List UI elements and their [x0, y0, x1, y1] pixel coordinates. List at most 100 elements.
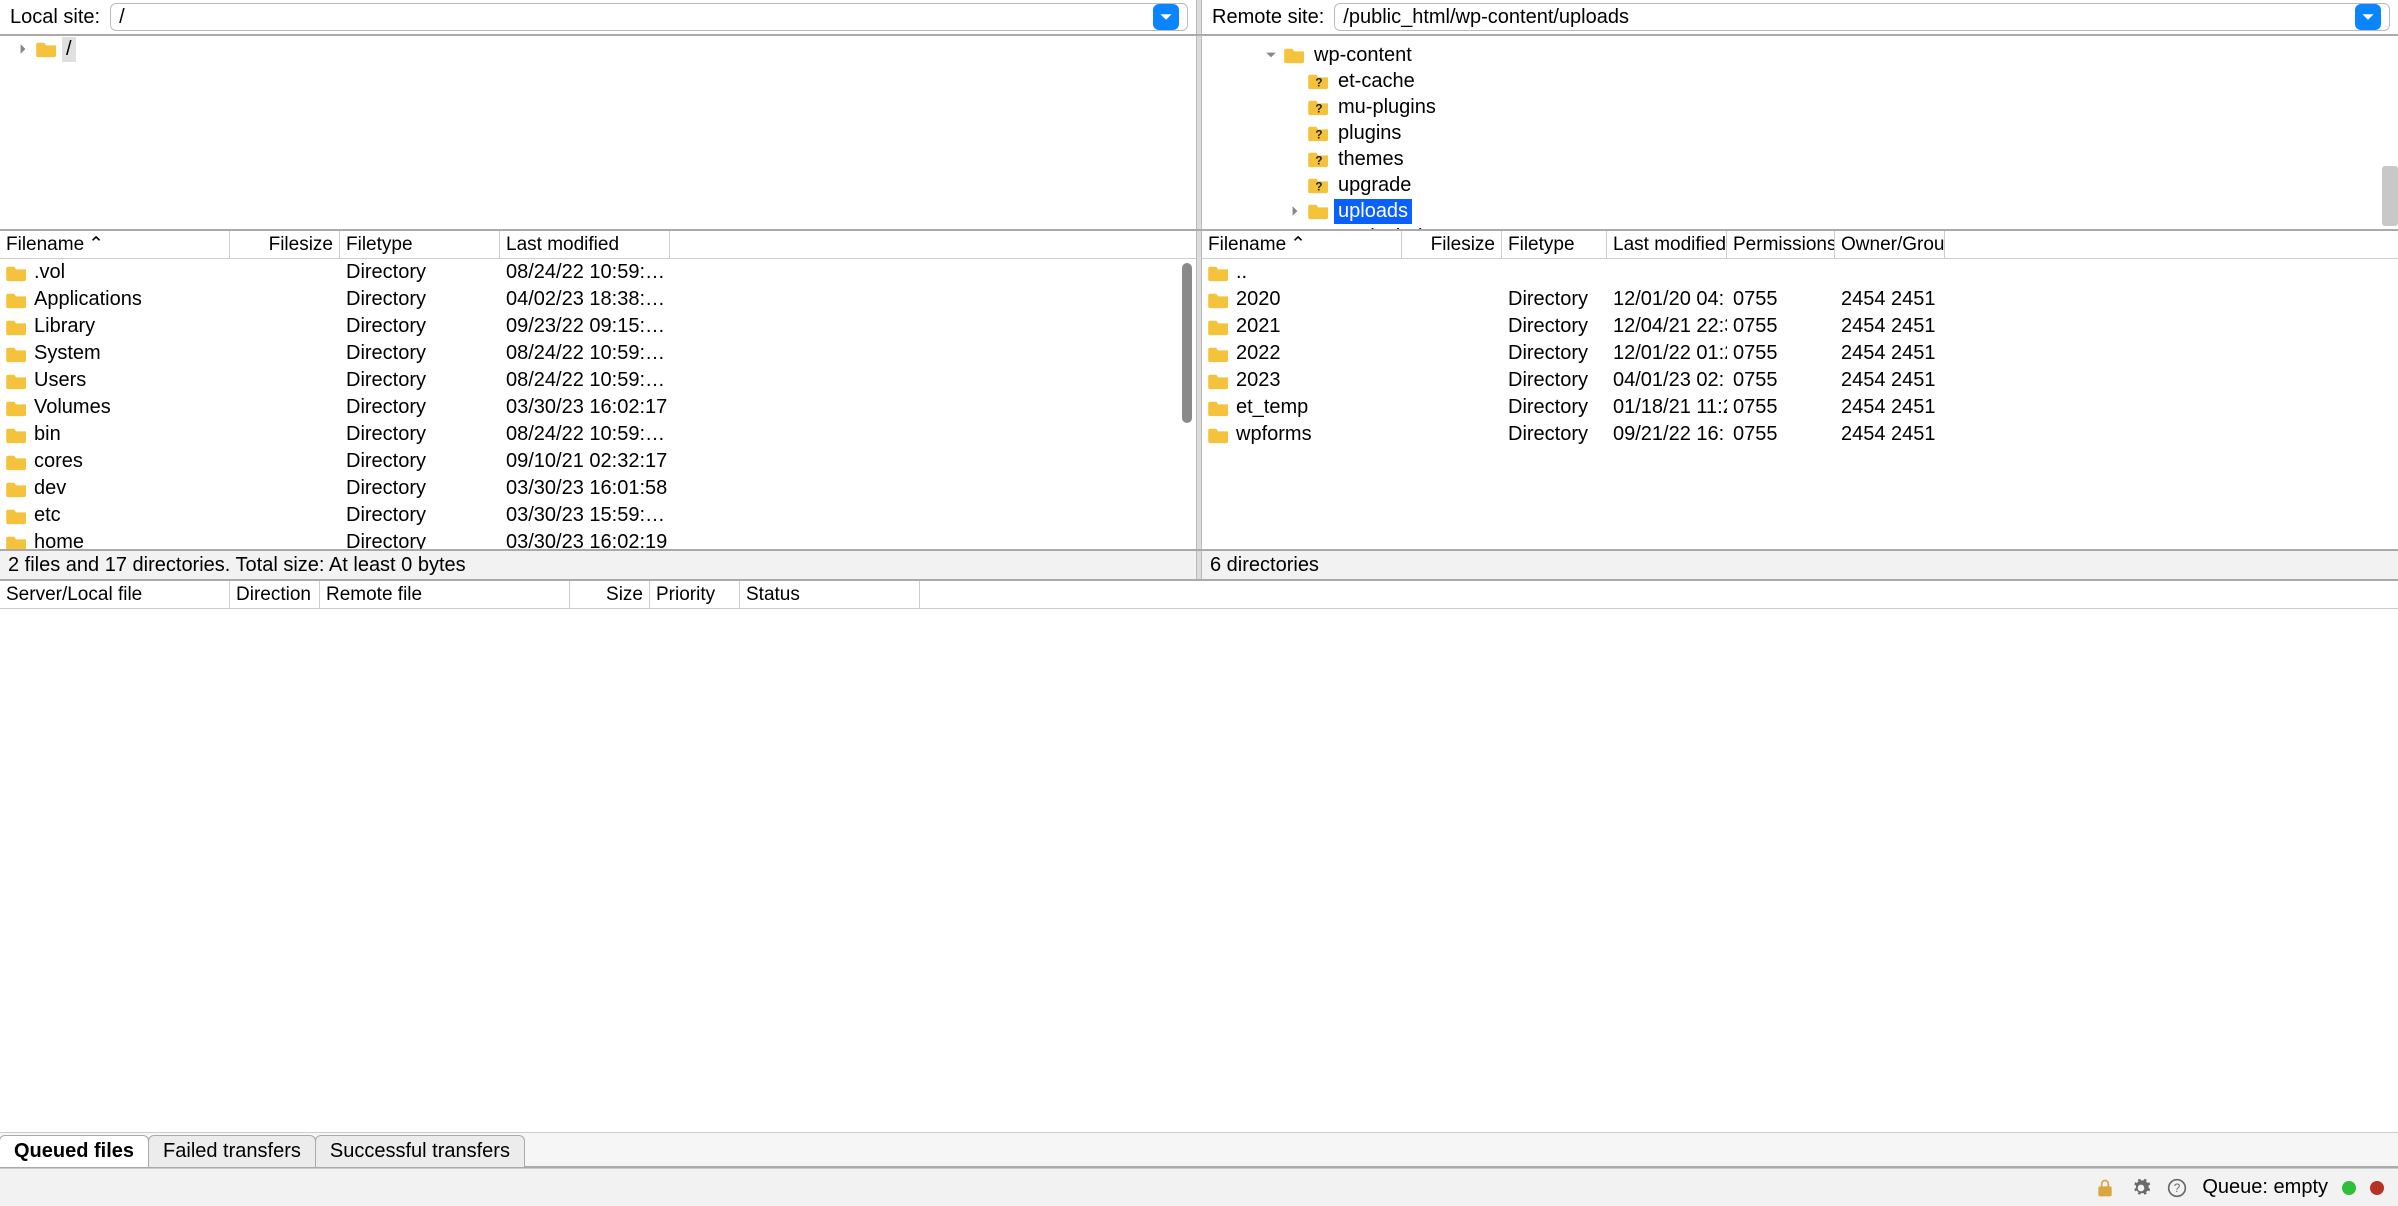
filetype: Directory	[340, 504, 500, 527]
filename: 2022	[1236, 342, 1281, 365]
tree-item[interactable]: uploads	[1202, 198, 2398, 224]
last-modified: 08/24/22 10:59:…	[500, 369, 670, 392]
tree-item[interactable]: ?themes	[1202, 146, 2398, 172]
scrollbar[interactable]	[1178, 259, 1196, 549]
list-item[interactable]: et_tempDirectory01/18/21 11:2…07552454 2…	[1202, 394, 2398, 421]
local-site-label: Local site:	[8, 6, 102, 29]
list-item[interactable]: UsersDirectory08/24/22 10:59:…	[0, 367, 1196, 394]
column-header[interactable]: Direction	[230, 581, 320, 608]
remote-site-path-bar: Remote site: /public_html/wp-content/upl…	[1202, 0, 2398, 34]
sort-ascending-icon: ⌃	[88, 233, 104, 256]
folder-icon	[6, 453, 28, 471]
chevron-right-icon[interactable]	[1286, 205, 1304, 217]
list-item[interactable]: VolumesDirectory03/30/23 16:02:17	[0, 394, 1196, 421]
folder-icon	[1208, 399, 1230, 417]
last-modified: 09/21/22 16:…	[1607, 423, 1727, 446]
tree-item[interactable]: ?et-cache	[1202, 68, 2398, 94]
queue-status-text: Queue: empty	[2202, 1176, 2328, 1199]
list-item[interactable]: .volDirectory08/24/22 10:59:…	[0, 259, 1196, 286]
transfer-tabs: Queued filesFailed transfersSuccessful t…	[0, 1132, 2398, 1168]
column-header[interactable]	[670, 231, 1196, 258]
list-item[interactable]: 2021Directory12/04/21 22:3..07552454 245…	[1202, 313, 2398, 340]
column-header[interactable]: Permissions	[1727, 231, 1835, 258]
column-header[interactable]: Owner/Group	[1835, 231, 1945, 258]
folder-unknown-icon: ?	[1308, 124, 1330, 142]
scrollbar[interactable]	[2382, 166, 2398, 226]
list-item[interactable]: binDirectory08/24/22 10:59:…	[0, 421, 1196, 448]
remote-site-path-input[interactable]: /public_html/wp-content/uploads	[1334, 3, 2390, 31]
list-item[interactable]: 2020Directory12/01/20 04:…07552454 2451	[1202, 286, 2398, 313]
folder-icon	[6, 399, 28, 417]
lock-icon[interactable]	[2094, 1177, 2116, 1199]
tab-successful transfers[interactable]: Successful transfers	[315, 1135, 525, 1167]
tree-item[interactable]: ?plugins	[1202, 120, 2398, 146]
help-icon[interactable]: ?	[2166, 1177, 2188, 1199]
remote-directory-tree[interactable]: wp-content?et-cache?mu-plugins?plugins?t…	[1202, 36, 2398, 229]
tree-item-label: upgrade	[1334, 173, 1415, 198]
column-header[interactable]	[1945, 231, 2398, 258]
list-item[interactable]: ApplicationsDirectory04/02/23 18:38:…	[0, 286, 1196, 313]
list-item[interactable]: coresDirectory09/10/21 02:32:17	[0, 448, 1196, 475]
local-directory-tree[interactable]: /	[0, 36, 1196, 229]
filetype: Directory	[340, 315, 500, 338]
column-header[interactable]: Filetype	[340, 231, 500, 258]
column-header[interactable]: Last modified	[1607, 231, 1727, 258]
owner-group: 2454 2451	[1835, 396, 1945, 419]
folder-icon	[1208, 426, 1230, 444]
tree-item-root[interactable]: /	[0, 36, 1196, 62]
chevron-right-icon[interactable]	[14, 43, 32, 55]
tree-item-label: mu-plugins	[1334, 95, 1440, 120]
column-header[interactable]	[920, 581, 2398, 608]
folder-icon	[36, 40, 58, 58]
gear-icon[interactable]	[2130, 1177, 2152, 1199]
column-header[interactable]: Server/Local file	[0, 581, 230, 608]
remote-site-dropdown-button[interactable]	[2355, 4, 2381, 30]
column-header[interactable]: Last modified	[500, 231, 670, 258]
remote-site-path-value: /public_html/wp-content/uploads	[1343, 6, 2355, 29]
tab-queued files[interactable]: Queued files	[0, 1135, 149, 1167]
last-modified: 08/24/22 10:59:…	[500, 261, 670, 284]
local-site-dropdown-button[interactable]	[1153, 4, 1179, 30]
list-item[interactable]: homeDirectory03/30/23 16:02:19	[0, 529, 1196, 549]
queue-body	[0, 609, 2398, 1132]
filetype: Directory	[340, 342, 500, 365]
chevron-down-icon	[2361, 10, 2375, 24]
list-item[interactable]: 2023Directory04/01/23 02:…07552454 2451	[1202, 367, 2398, 394]
local-file-list: Filename ⌃FilesizeFiletypeLast modified …	[0, 231, 1196, 549]
column-header[interactable]: Priority	[650, 581, 740, 608]
column-header[interactable]: Filesize	[1402, 231, 1502, 258]
filetype: Directory	[1502, 369, 1607, 392]
column-header[interactable]: Filetype	[1502, 231, 1607, 258]
tree-item[interactable]: ?wp-includes	[1202, 224, 2398, 229]
list-item[interactable]: wpformsDirectory09/21/22 16:…07552454 24…	[1202, 421, 2398, 448]
column-header[interactable]: Size	[570, 581, 650, 608]
remote-site-label: Remote site:	[1210, 6, 1326, 29]
chevron-down-icon[interactable]	[1262, 49, 1280, 61]
filename: bin	[34, 423, 61, 446]
list-item[interactable]: etcDirectory03/30/23 15:59:…	[0, 502, 1196, 529]
tree-item[interactable]: wp-content	[1202, 42, 2398, 68]
filetype: Directory	[340, 450, 500, 473]
filename: System	[34, 342, 101, 365]
local-site-path-bar: Local site: /	[0, 0, 1196, 34]
tree-item[interactable]: ? upgrade	[1202, 172, 2398, 198]
svg-text:?: ?	[1315, 180, 1322, 193]
column-header[interactable]: Status	[740, 581, 920, 608]
last-modified: 09/23/22 09:15:…	[500, 315, 670, 338]
tab-failed transfers[interactable]: Failed transfers	[148, 1135, 316, 1167]
folder-icon	[1208, 291, 1230, 309]
column-header[interactable]: Filename ⌃	[1202, 231, 1402, 258]
local-site-path-input[interactable]: /	[110, 3, 1188, 31]
list-item[interactable]: devDirectory03/30/23 16:01:58	[0, 475, 1196, 502]
column-header[interactable]: Remote file	[320, 581, 570, 608]
filetype: Directory	[1502, 396, 1607, 419]
list-item[interactable]: SystemDirectory08/24/22 10:59:…	[0, 340, 1196, 367]
list-item[interactable]: 2022Directory12/01/22 01:2…07552454 2451	[1202, 340, 2398, 367]
list-item[interactable]: LibraryDirectory09/23/22 09:15:…	[0, 313, 1196, 340]
folder-icon	[1208, 318, 1230, 336]
column-header[interactable]: Filesize	[230, 231, 340, 258]
svg-text:?: ?	[1315, 128, 1322, 141]
tree-item[interactable]: ?mu-plugins	[1202, 94, 2398, 120]
list-item[interactable]: ..	[1202, 259, 2398, 286]
column-header[interactable]: Filename ⌃	[0, 231, 230, 258]
